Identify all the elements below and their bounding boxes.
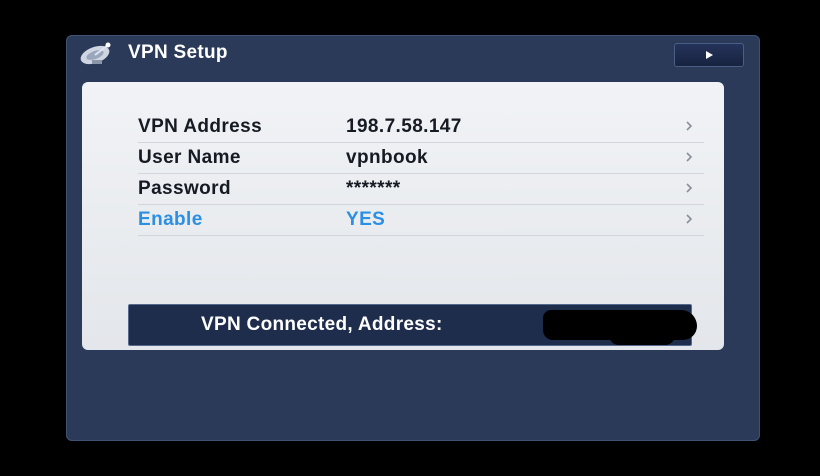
connection-status-bar: VPN Connected, Address: bbox=[128, 304, 697, 346]
setting-value: 198.7.58.147 bbox=[346, 116, 462, 137]
setting-value: ******* bbox=[346, 178, 401, 199]
chevron-right-icon bbox=[686, 214, 693, 224]
connection-status-text: VPN Connected, Address: bbox=[201, 314, 443, 335]
chevron-right-icon bbox=[686, 152, 693, 162]
setting-label: Password bbox=[138, 178, 231, 199]
play-right-icon bbox=[706, 51, 713, 59]
setting-value: YES bbox=[346, 209, 386, 230]
window-title: VPN Setup bbox=[128, 42, 228, 63]
settings-list: VPN Address 198.7.58.147 User Name vpnbo… bbox=[138, 112, 704, 236]
setting-row-vpn-address[interactable]: VPN Address 198.7.58.147 bbox=[138, 112, 704, 143]
chevron-right-icon bbox=[686, 183, 693, 193]
setting-row-enable[interactable]: Enable YES bbox=[138, 205, 704, 236]
setting-label: VPN Address bbox=[138, 116, 263, 137]
chevron-right-icon bbox=[686, 121, 693, 131]
setting-label: User Name bbox=[138, 147, 241, 168]
title-bar: VPN Setup bbox=[66, 35, 760, 71]
screen: { "window": { "title": "VPN Setup", "tit… bbox=[0, 0, 820, 476]
setting-row-user-name[interactable]: User Name vpnbook bbox=[138, 143, 704, 174]
setting-value: vpnbook bbox=[346, 147, 428, 168]
redacted-address-blot bbox=[609, 321, 675, 345]
play-button[interactable] bbox=[674, 43, 744, 67]
setting-row-password[interactable]: Password ******* bbox=[138, 174, 704, 205]
vpn-setup-window: VPN Setup VPN Address 198.7.58.147 User … bbox=[66, 35, 760, 441]
setting-label: Enable bbox=[138, 209, 203, 230]
satellite-dish-icon bbox=[80, 42, 111, 65]
